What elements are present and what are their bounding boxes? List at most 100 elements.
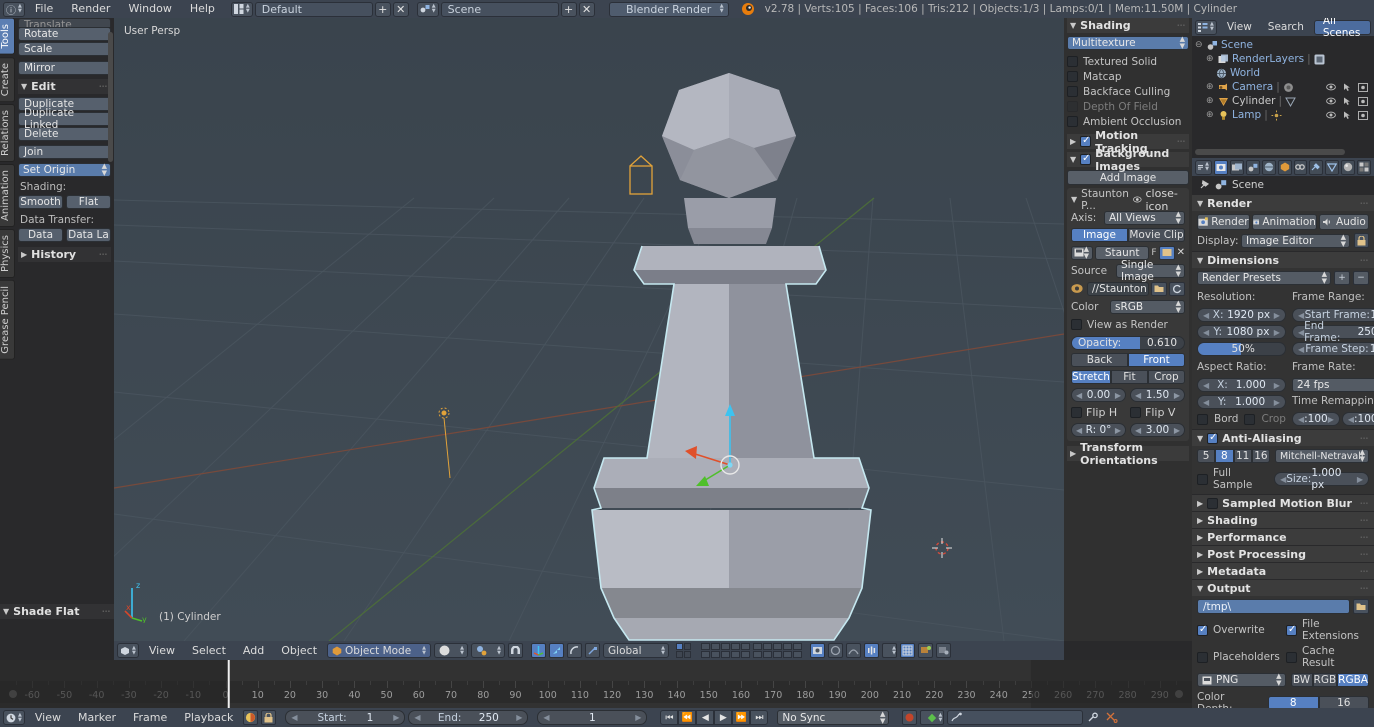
- backface-culling-checkbox[interactable]: [1067, 86, 1078, 97]
- eye-icon[interactable]: [1326, 83, 1336, 91]
- lock-icon[interactable]: [1354, 233, 1369, 248]
- interaction-mode-select[interactable]: Object Mode ▲ ▼: [327, 643, 432, 658]
- aa-sample-16[interactable]: 16: [1251, 449, 1270, 463]
- duplicate-linked-button[interactable]: Duplicate Linked: [18, 107, 111, 131]
- render-restrict-icon[interactable]: [1358, 110, 1368, 120]
- jump-start-icon[interactable]: ⏮: [660, 710, 679, 725]
- sync-mode-dropdown[interactable]: No Sync ▲ ▼: [777, 710, 890, 725]
- data-tab-icon[interactable]: [1325, 159, 1340, 175]
- properties-editor-type-icon[interactable]: ▲ ▼: [1195, 159, 1212, 175]
- timeline-menu-playback[interactable]: Playback: [177, 711, 240, 724]
- timeline-menu-marker[interactable]: Marker: [71, 711, 123, 724]
- unlink-icon[interactable]: ✕: [1177, 247, 1185, 258]
- offset-x-field[interactable]: ◀ 0.00 ▶: [1071, 388, 1126, 402]
- outliner-menu-view[interactable]: View: [1221, 21, 1258, 33]
- texture-tab-icon[interactable]: [1357, 159, 1372, 175]
- offset-y-field[interactable]: ◀ 1.50 ▶: [1130, 388, 1185, 402]
- outliner-menu-search[interactable]: Search: [1262, 21, 1310, 33]
- keyframe-icon[interactable]: [1086, 710, 1101, 725]
- full-sample-checkbox[interactable]: [1197, 473, 1208, 485]
- play-reverse-icon[interactable]: ◀: [696, 710, 715, 725]
- textured-solid-row[interactable]: Textured Solid: [1067, 54, 1189, 69]
- join-button[interactable]: Join: [18, 145, 111, 159]
- scissors-icon[interactable]: [1104, 710, 1119, 725]
- source-dropdown[interactable]: Single Image ▲ ▼: [1116, 259, 1185, 283]
- file-extensions-checkbox[interactable]: [1286, 624, 1297, 636]
- border-checkbox[interactable]: [1197, 413, 1208, 425]
- aa-size-field[interactable]: ◀ Size: 1.000 px ▶: [1274, 467, 1369, 491]
- start-frame-field[interactable]: ◀ Start: 1 ▶: [285, 710, 406, 725]
- scale-button[interactable]: Scale: [18, 42, 111, 56]
- render-restrict-icon[interactable]: [1358, 82, 1368, 92]
- ambient-occlusion-checkbox[interactable]: [1067, 116, 1078, 127]
- add-screen-button[interactable]: +: [374, 1, 391, 17]
- full-sample-row[interactable]: Full Sample: [1197, 467, 1269, 491]
- render-still-button[interactable]: Render: [1197, 214, 1250, 230]
- depth-tabs[interactable]: Back Front: [1071, 353, 1185, 367]
- scene-layers-icon[interactable]: [676, 643, 692, 658]
- expand-toggle-icon[interactable]: ⊕: [1206, 54, 1215, 64]
- pin-icon[interactable]: [1198, 179, 1210, 191]
- delete-screen-button[interactable]: ✕: [392, 1, 409, 17]
- viewport-menu-add[interactable]: Add: [236, 644, 271, 657]
- view-as-render-checkbox[interactable]: [1071, 319, 1082, 330]
- render-restrict-icon[interactable]: [1358, 96, 1368, 106]
- lock-icon[interactable]: [261, 710, 277, 725]
- object-tab-icon[interactable]: [1277, 159, 1292, 175]
- end-frame-field[interactable]: ◀End Frame:250▶: [1291, 320, 1374, 344]
- edit-section-header[interactable]: ▼ Edit ⋯: [18, 79, 111, 94]
- shade-flat-button[interactable]: Flat: [66, 195, 111, 209]
- cache-result-checkbox[interactable]: [1286, 651, 1297, 663]
- set-origin-dropdown[interactable]: Set Origin ▲ ▼: [18, 163, 111, 177]
- prev-keyframe-icon[interactable]: ⏪: [678, 710, 697, 725]
- world-tab-icon[interactable]: [1261, 159, 1276, 175]
- flip-v-row[interactable]: Flip V: [1130, 406, 1185, 419]
- cursor-select-icon[interactable]: [1343, 83, 1351, 92]
- view-as-render-row[interactable]: View as Render: [1071, 317, 1185, 332]
- audio-scrub-icon[interactable]: [864, 643, 880, 658]
- output-path-field[interactable]: /tmp\: [1197, 599, 1350, 614]
- performance-section-header[interactable]: ▶ Performance ⋯: [1192, 529, 1374, 545]
- aa-filter-dropdown[interactable]: Mitchell-Netravali ▲ ▼: [1275, 449, 1369, 463]
- resolution-x-field[interactable]: ◀ X: 1920 px ▶: [1197, 308, 1286, 322]
- axis-dropdown[interactable]: All Views ▲ ▼: [1104, 210, 1185, 225]
- scene-icon[interactable]: ▲ ▼: [416, 1, 439, 17]
- tab-crop[interactable]: Crop: [1147, 370, 1185, 384]
- crop-checkbox[interactable]: [1244, 413, 1256, 425]
- snap-magnet-icon[interactable]: [508, 643, 524, 658]
- outliner-item-camera[interactable]: ⊕ Camera |: [1192, 80, 1374, 94]
- eye-icon[interactable]: [1326, 97, 1336, 105]
- menu-render[interactable]: Render: [63, 0, 118, 18]
- tool-tab-physics[interactable]: Physics: [0, 228, 15, 278]
- mirror-button[interactable]: Mirror: [18, 61, 111, 75]
- history-section-header[interactable]: ▶ History ⋯: [18, 247, 111, 262]
- aa-sample-11[interactable]: 11: [1233, 449, 1252, 463]
- record-icon[interactable]: [902, 710, 918, 725]
- outliner-item-lamp[interactable]: ⊕ Lamp |: [1192, 108, 1374, 122]
- layer-grid-left[interactable]: [701, 643, 751, 658]
- aspect-y-field[interactable]: ◀ Y: 1.000 ▶: [1197, 395, 1286, 409]
- opacity-slider[interactable]: Opacity: 0.610: [1071, 336, 1185, 350]
- move-arrow-icon[interactable]: [549, 643, 565, 658]
- placeholders-row[interactable]: Placeholders: [1197, 645, 1280, 669]
- post-processing-section-header[interactable]: ▶ Post Processing ⋯: [1192, 546, 1374, 562]
- modifiers-tab-icon[interactable]: [1309, 159, 1324, 175]
- render-audio-button[interactable]: Audio: [1318, 214, 1369, 230]
- outliner-item-cylinder[interactable]: ⊕ Cylinder |: [1192, 94, 1374, 108]
- current-frame-field[interactable]: ◀ 1 ▶: [537, 710, 648, 725]
- flip-h-row[interactable]: Flip H: [1071, 406, 1126, 419]
- collapse-toggle-icon[interactable]: ⊖: [1195, 40, 1204, 50]
- filepath-field[interactable]: //Staunton ...: [1087, 281, 1149, 296]
- snap-grid-icon[interactable]: [900, 643, 916, 658]
- viewport-menu-view[interactable]: View: [142, 644, 182, 657]
- outliner-item-world[interactable]: World: [1192, 66, 1374, 80]
- tab-back[interactable]: Back: [1071, 353, 1128, 367]
- scene-tab-icon[interactable]: [1245, 159, 1260, 175]
- eye-icon[interactable]: [1326, 111, 1336, 119]
- outliner-scrollbar[interactable]: [1195, 149, 1345, 155]
- next-keyframe-icon[interactable]: ⏩: [732, 710, 751, 725]
- display-mode-dropdown[interactable]: Image Editor ▲ ▼: [1241, 233, 1350, 248]
- render-animation-button[interactable]: Animation: [1251, 214, 1317, 230]
- translate-button[interactable]: Translate: [18, 18, 111, 27]
- tool-tab-tools[interactable]: Tools: [0, 18, 15, 55]
